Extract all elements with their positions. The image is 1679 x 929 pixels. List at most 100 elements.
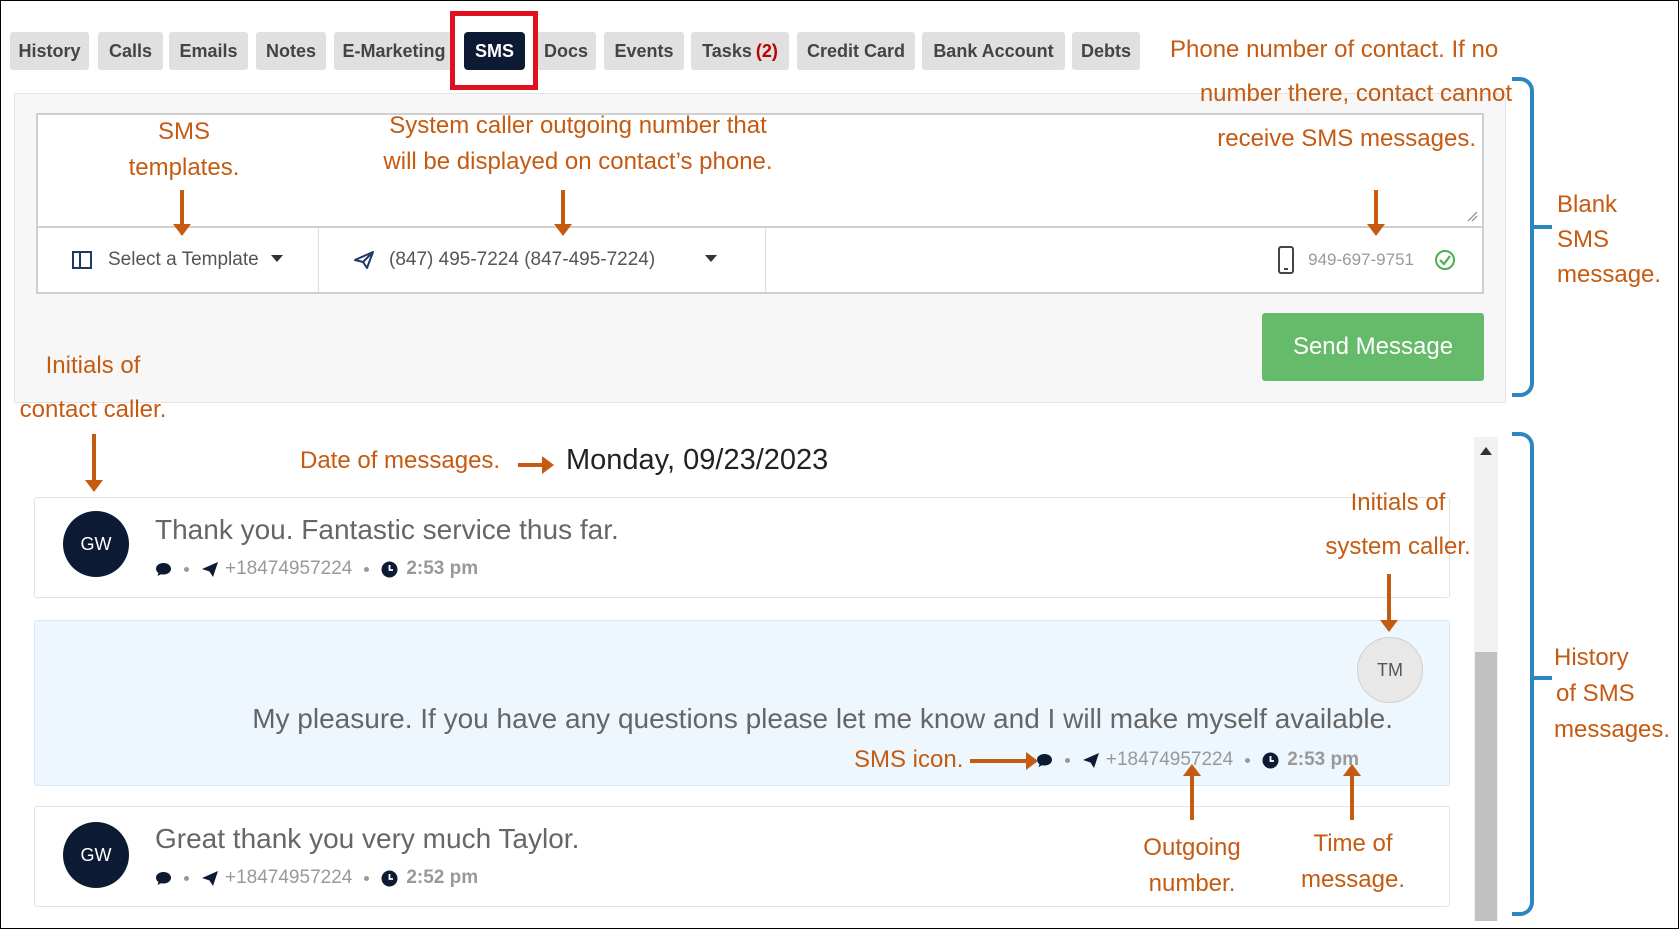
annotation-line: Initials of — [45, 352, 141, 379]
tab-credit-card[interactable]: Credit Card — [797, 32, 915, 70]
annotation-arrow — [1380, 574, 1398, 632]
scroll-up-icon[interactable] — [1480, 447, 1492, 455]
tab-label: Events — [614, 40, 674, 61]
annotation-line: number. — [1148, 870, 1236, 897]
annotation-line: will be displayed on contact’s phone. — [383, 148, 773, 175]
scroll-thumb[interactable] — [1475, 652, 1497, 921]
annotation-line: SMS — [1557, 225, 1610, 253]
send-message-button[interactable]: Send Message — [1262, 313, 1484, 381]
annotation-brace — [1512, 77, 1534, 397]
paper-plane-icon — [1082, 752, 1099, 768]
paper-plane-icon — [354, 251, 374, 269]
avatar: GW — [63, 511, 129, 577]
message-meta: +18474957224 2:52 pm — [155, 867, 478, 889]
contact-phone-area: 949-697-9751 — [766, 228, 1482, 292]
annotation-history-sms: History of SMS messages. — [1554, 640, 1670, 748]
message-card-outgoing: TM My pleasure. If you have any question… — [34, 620, 1450, 786]
annotation-arrow — [518, 456, 554, 474]
tab-label: Emails — [179, 40, 238, 61]
separator-dot — [1245, 757, 1251, 763]
tasks-count-badge: (2) — [755, 40, 778, 61]
tab-label: Debts — [1080, 40, 1131, 61]
annotation-brace — [1512, 432, 1534, 916]
sms-icon — [156, 871, 171, 885]
tab-label: Tasks — [702, 40, 752, 61]
sms-icon — [156, 562, 171, 576]
tab-docs[interactable]: Docs — [536, 32, 596, 70]
separator-dot — [1064, 757, 1070, 763]
tab-events[interactable]: Events — [604, 32, 684, 70]
annotation-line: System caller outgoing number that — [389, 112, 767, 139]
history-scrollbar[interactable] — [1474, 437, 1498, 921]
tab-label: Calls — [108, 40, 153, 61]
compose-toolbar: Select a Template (847) 495-7224 (847-49… — [36, 226, 1484, 294]
annotation-line: contact caller. — [19, 396, 167, 424]
annotation-line: message. — [1557, 260, 1662, 288]
annotation-line: templates. — [128, 154, 240, 181]
annotation-line: receive SMS messages. — [1217, 124, 1476, 152]
separator-dot — [184, 875, 189, 881]
tab-tasks[interactable]: Tasks (2) — [691, 32, 789, 70]
annotation-brace-tip — [1534, 676, 1552, 680]
tab-calls[interactable]: Calls — [98, 32, 163, 70]
annotation-sms-templates: SMS templates. — [106, 114, 262, 186]
message-time: 2:52 pm — [406, 867, 479, 888]
chevron-down-icon — [270, 254, 283, 262]
sms-tab-highlight — [450, 11, 538, 90]
outgoing-number: +18474957224 — [225, 867, 353, 888]
tab-debts[interactable]: Debts — [1072, 32, 1140, 70]
tab-notes[interactable]: Notes — [256, 32, 326, 70]
tab-bank-account[interactable]: Bank Account — [922, 32, 1065, 70]
annotation-line: messages. — [1554, 716, 1671, 743]
annotation-arrow — [173, 190, 191, 236]
annotation-line: message. — [1300, 866, 1406, 893]
annotation-line: system caller. — [1325, 533, 1471, 561]
message-text: Thank you. Fantastic service thus far. — [155, 514, 619, 545]
annotation-arrow — [1343, 764, 1361, 820]
tab-history[interactable]: History — [10, 32, 89, 70]
annotation-blank-sms: Blank SMS message. — [1557, 188, 1661, 292]
tab-label: Credit Card — [806, 40, 905, 61]
annotation-arrow — [554, 190, 572, 236]
annotation-line: of SMS — [1556, 680, 1635, 707]
message-card-incoming: GW Thank you. Fantastic service thus far… — [34, 497, 1450, 598]
annotation-outgoing-number: System caller outgoing number that will … — [364, 108, 792, 180]
template-icon — [72, 251, 92, 269]
annotation-arrow — [970, 752, 1038, 770]
separator-dot — [364, 566, 370, 572]
annotation-arrow — [85, 434, 103, 492]
annotation-sms-icon: SMS icon. — [854, 746, 964, 773]
annotation-line: Time of — [1313, 830, 1393, 857]
template-select[interactable]: Select a Template — [38, 228, 319, 292]
outgoing-number: +18474957224 — [225, 558, 353, 579]
annotation-arrow — [1183, 764, 1201, 820]
annotation-brace-tip — [1534, 225, 1552, 229]
annotation-contact-phone: Phone number of contact. If no number th… — [1170, 28, 1512, 161]
annotation-line: SMS — [157, 118, 210, 145]
message-time: 2:53 pm — [406, 558, 479, 579]
message-date-heading: Monday, 09/23/2023 — [566, 444, 829, 476]
tab-label: E-Marketing — [342, 40, 446, 61]
annotation-time-label: Time of message. — [1294, 826, 1412, 898]
annotation-arrow — [1367, 190, 1385, 236]
tab-label: Bank Account — [933, 40, 1054, 61]
annotation-outgoing-label: Outgoing number. — [1130, 830, 1254, 902]
tab-emails[interactable]: Emails — [169, 32, 248, 70]
avatar: TM — [1357, 637, 1423, 703]
clock-icon — [1262, 752, 1279, 768]
contact-phone-number: 949-697-9751 — [1308, 250, 1414, 269]
message-text: My pleasure. If you have any questions p… — [252, 703, 1393, 734]
outgoing-number-select[interactable]: (847) 495-7224 (847-495-7224) — [319, 228, 766, 292]
chevron-down-icon — [705, 254, 718, 262]
annotation-system-initials: Initials of system caller. — [1320, 481, 1476, 570]
annotation-date: Date of messages. — [300, 447, 501, 474]
resize-handle-icon[interactable] — [1466, 210, 1478, 222]
paper-plane-icon — [202, 561, 218, 577]
tab-e-marketing[interactable]: E-Marketing — [334, 32, 454, 70]
clock-icon — [381, 561, 398, 577]
outgoing-number: +18474957224 — [1105, 749, 1234, 770]
check-circle-icon — [1435, 250, 1455, 270]
avatar: GW — [63, 822, 129, 888]
paper-plane-icon — [202, 870, 218, 886]
message-meta: +18474957224 2:53 pm — [155, 558, 478, 580]
